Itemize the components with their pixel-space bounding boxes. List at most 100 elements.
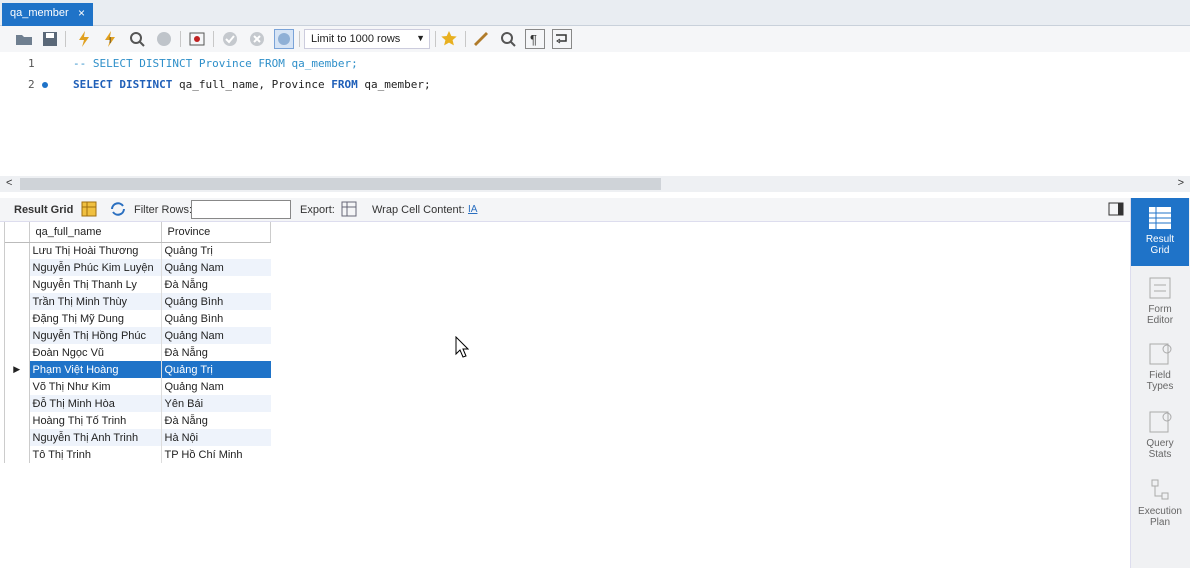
result-toolbar: Result Grid Filter Rows: Export: Wrap Ce… [0,198,1130,222]
execute-icon[interactable] [74,29,94,49]
query-stats-panel-button[interactable]: Query Stats [1131,402,1189,466]
table-row[interactable]: Lưu Thị Hoài Thương Quảng Trị [5,242,271,259]
cell-qa-full-name[interactable]: Nguyễn Thị Anh Trinh [29,429,162,446]
table-row[interactable]: ▶ Phạm Việt Hoàng Quảng Trị [5,361,271,378]
editor-horizontal-scrollbar[interactable]: < > [0,176,1190,192]
cell-province[interactable]: Đà Nẵng [161,412,271,429]
cell-province[interactable]: Quảng Trị [161,361,271,378]
toggle-results-icon[interactable] [187,29,207,49]
find-icon[interactable] [498,29,518,49]
cell-province[interactable]: Yên Bái [161,395,271,412]
cell-qa-full-name[interactable]: Đoàn Ngọc Vũ [29,344,162,361]
table-row[interactable]: Trần Thị Minh Thùy Quảng Bình [5,293,271,310]
table-row[interactable]: Đỗ Thị Minh Hòa Yên Bái [5,395,271,412]
cell-qa-full-name[interactable]: Nguyễn Thị Hồng Phúc [29,327,162,344]
form-editor-panel-button[interactable]: Form Editor [1131,268,1189,332]
table-row[interactable]: Võ Thị Như Kim Quảng Nam [5,378,271,395]
execute-current-icon[interactable]: I [100,29,120,49]
cell-province[interactable]: Quảng Nam [161,259,271,276]
autocommit-icon[interactable] [274,29,294,49]
limit-rows-select[interactable]: Limit to 1000 rows ▼ [304,29,430,49]
wrap-icon[interactable] [552,29,572,49]
cell-province[interactable]: Quảng Bình [161,293,271,310]
sql-toolbar: I Limit to 1000 rows ▼ ¶ [0,26,1190,52]
row-selector[interactable] [5,429,30,446]
column-header-province[interactable]: Province [161,222,271,243]
table-row[interactable]: Tô Thị Trinh TP Hồ Chí Minh [5,446,271,463]
row-selector[interactable] [5,310,30,327]
panel-label: Form [1148,304,1172,315]
row-selector[interactable] [5,327,30,344]
cell-province[interactable]: Quảng Nam [161,378,271,395]
wrap-cell-icon[interactable]: IA [468,204,477,215]
row-selector[interactable] [5,446,30,463]
sql-editor[interactable]: 1 -- SELECT DISTINCT Province FROM qa_me… [0,52,1190,176]
panel-label: Grid [1150,245,1170,256]
row-selector[interactable]: ▶ [5,361,30,378]
table-row[interactable]: Nguyễn Thị Anh Trinh Hà Nội [5,429,271,446]
table-row[interactable]: Đoàn Ngọc Vũ Đà Nẵng [5,344,271,361]
row-selector[interactable] [5,276,30,293]
cell-province[interactable]: TP Hồ Chí Minh [161,446,271,463]
tab-close-icon[interactable]: × [78,6,85,20]
execution-plan-panel-button[interactable]: Execution Plan [1131,470,1189,534]
cell-qa-full-name[interactable]: Trần Thị Minh Thùy [29,293,162,310]
invisible-chars-icon[interactable]: ¶ [525,29,545,49]
scroll-left-icon[interactable]: < [6,177,12,189]
table-row[interactable]: Nguyễn Thị Thanh Ly Đà Nẵng [5,276,271,293]
row-selector[interactable] [5,395,30,412]
cell-qa-full-name[interactable]: Lưu Thị Hoài Thương [29,242,162,259]
field-types-panel-button[interactable]: Field Types [1131,334,1189,398]
refresh-icon[interactable] [109,201,127,220]
cell-province[interactable]: Quảng Nam [161,327,271,344]
row-selector[interactable] [5,242,30,259]
bookmark-star-icon[interactable] [439,29,459,49]
tab-qa-member[interactable]: qa_member × [2,3,93,26]
explain-icon[interactable] [127,29,147,49]
cell-qa-full-name[interactable]: Nguyễn Thị Thanh Ly [29,276,162,293]
cell-qa-full-name[interactable]: Tô Thị Trinh [29,446,162,463]
row-selector[interactable] [5,378,30,395]
cell-qa-full-name[interactable]: Đỗ Thị Minh Hòa [29,395,162,412]
cell-province[interactable]: Đà Nẵng [161,276,271,293]
open-folder-icon[interactable] [14,29,34,49]
cell-province[interactable]: Đà Nẵng [161,344,271,361]
cell-qa-full-name[interactable]: Võ Thị Như Kim [29,378,162,395]
rollback-icon[interactable] [247,29,267,49]
result-grid[interactable]: qa_full_name Province Lưu Thị Hoài Thươn… [4,222,271,463]
row-selector[interactable] [5,293,30,310]
row-selector[interactable] [5,259,30,276]
cell-province[interactable]: Quảng Trị [161,242,271,259]
save-icon[interactable] [40,29,60,49]
stop-icon[interactable] [154,29,174,49]
row-selector[interactable] [5,412,30,429]
table-row[interactable]: Đặng Thị Mỹ Dung Quảng Bình [5,310,271,327]
panel-label: Execution [1138,506,1182,517]
cell-qa-full-name[interactable]: Hoàng Thị Tố Trinh [29,412,162,429]
cell-qa-full-name[interactable]: Phạm Việt Hoàng [29,361,162,378]
cell-qa-full-name[interactable]: Nguyễn Phúc Kim Luyện [29,259,162,276]
scroll-right-icon[interactable]: > [1178,177,1184,189]
column-header-qa-full-name[interactable]: qa_full_name [29,222,162,243]
commit-icon[interactable] [220,29,240,49]
execution-plan-icon [1151,479,1169,500]
table-row[interactable]: Hoàng Thị Tố Trinh Đà Nẵng [5,412,271,429]
cell-province[interactable]: Quảng Bình [161,310,271,327]
beautify-icon[interactable] [471,29,491,49]
result-grid-panel-button[interactable]: Result Grid [1131,198,1189,266]
table-row[interactable]: Nguyễn Phúc Kim Luyện Quảng Nam [5,259,271,276]
filter-rows-input[interactable] [191,200,291,219]
export-icon[interactable] [341,201,359,221]
row-selector[interactable] [5,344,30,361]
svg-text:¶: ¶ [530,32,537,47]
grid-toggle-icon[interactable] [81,201,97,220]
line-number: 1 [28,57,35,70]
cell-province[interactable]: Hà Nội [161,429,271,446]
toggle-side-panel-icon[interactable] [1108,201,1124,220]
wrap-cell-content-label: Wrap Cell Content: [372,204,465,216]
line-code: -- SELECT DISTINCT Province FROM qa_memb… [73,57,358,70]
panel-label: Plan [1149,517,1170,528]
table-row[interactable]: Nguyễn Thị Hồng Phúc Quảng Nam [5,327,271,344]
scrollbar-thumb[interactable] [20,178,661,190]
cell-qa-full-name[interactable]: Đặng Thị Mỹ Dung [29,310,162,327]
